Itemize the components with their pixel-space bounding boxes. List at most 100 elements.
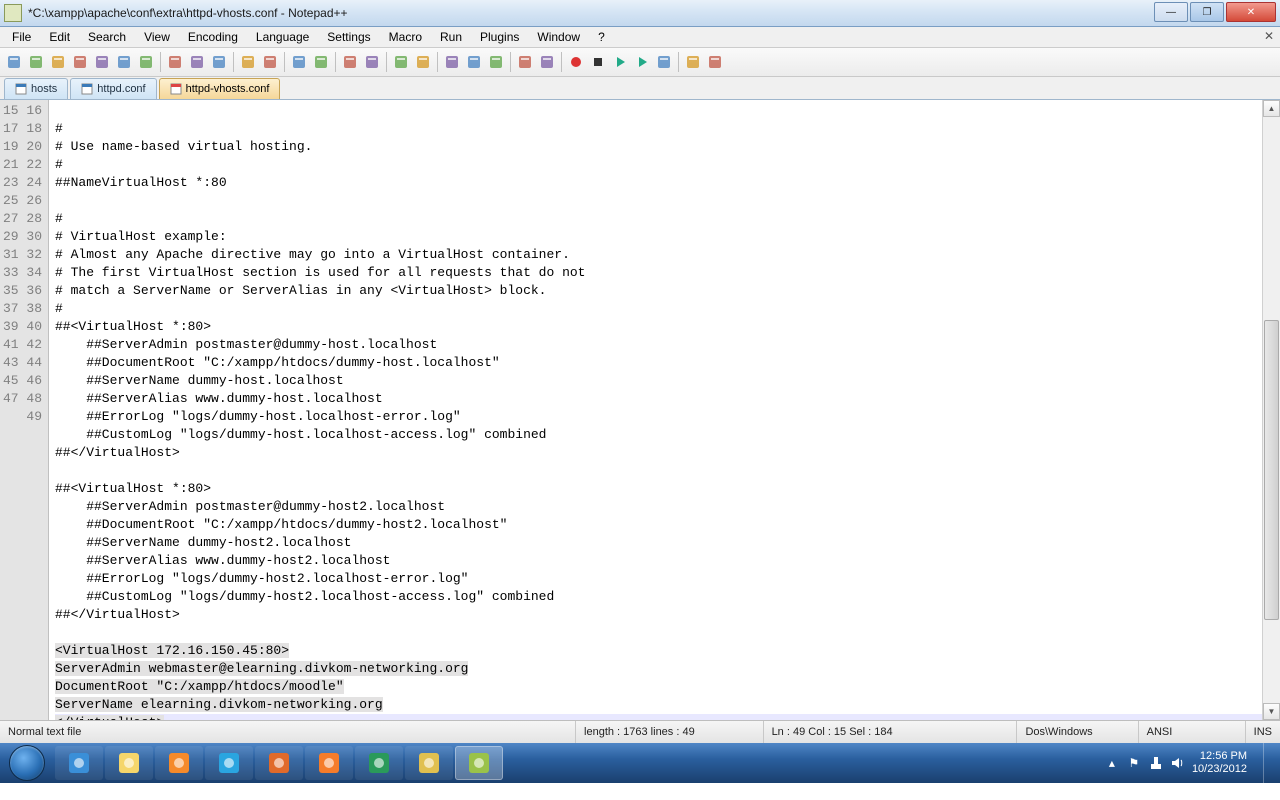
file-tab-bar: hostshttpd.conf httpd-vhosts.conf [0,77,1280,100]
system-tray[interactable]: ▴ ⚑ 12:56 PM 10/23/2012 [1104,743,1276,783]
app-icon [4,4,22,22]
close-all-icon[interactable] [114,52,134,72]
menu-run[interactable]: Run [432,28,470,46]
action-center-icon[interactable]: ⚑ [1126,755,1142,771]
xampp-icon [316,750,342,776]
undo-icon[interactable] [238,52,258,72]
file-tab-label: httpd-vhosts.conf [186,83,270,95]
menu-language[interactable]: Language [248,28,317,46]
menu-file[interactable]: File [4,28,39,46]
taskbar-app-paint[interactable] [405,746,453,780]
title-bar: *C:\xampp\apache\conf\extra\httpd-vhosts… [0,0,1280,27]
menu-search[interactable]: Search [80,28,134,46]
taskbar-app-idm[interactable] [355,746,403,780]
copy-icon[interactable] [187,52,207,72]
minimize-button[interactable]: — [1154,2,1188,22]
toolbar-separator [678,52,679,72]
show-desktop-button[interactable] [1263,743,1276,783]
play-multi-icon[interactable] [632,52,652,72]
skype-icon [216,750,242,776]
doc-map-icon[interactable] [537,52,557,72]
status-length: length : 1763 lines : 49 [576,721,764,743]
start-button[interactable] [0,743,54,783]
cut-icon[interactable] [165,52,185,72]
save-all-icon[interactable] [70,52,90,72]
toolbar-separator [510,52,511,72]
scroll-down-button[interactable]: ▼ [1263,703,1280,720]
menu-help[interactable]: ? [590,28,613,46]
status-eol: Dos\Windows [1017,721,1138,743]
taskbar: ▴ ⚑ 12:56 PM 10/23/2012 [0,743,1280,783]
save-macro-icon[interactable] [654,52,674,72]
paste-icon[interactable] [209,52,229,72]
lang-icon[interactable] [515,52,535,72]
monitor-icon[interactable] [705,52,725,72]
file-icon [81,83,93,95]
taskbar-app-xampp[interactable] [305,746,353,780]
status-mode: INS [1246,721,1280,743]
print-icon[interactable] [136,52,156,72]
wrap-icon[interactable] [442,52,462,72]
toolbar-separator [160,52,161,72]
toolbar-separator [386,52,387,72]
menu-plugins[interactable]: Plugins [472,28,527,46]
close-icon[interactable] [92,52,112,72]
mdi-close-button[interactable]: ✕ [1264,29,1274,43]
menu-window[interactable]: Window [529,28,588,46]
taskbar-app-explorer[interactable] [105,746,153,780]
menu-macro[interactable]: Macro [381,28,430,46]
menu-edit[interactable]: Edit [41,28,78,46]
tray-time: 12:56 PM [1192,750,1247,763]
play-icon[interactable] [610,52,630,72]
redo-icon[interactable] [260,52,280,72]
tray-clock[interactable]: 12:56 PM 10/23/2012 [1192,750,1253,776]
menu-view[interactable]: View [136,28,178,46]
record-icon[interactable] [566,52,586,72]
toolbar-separator [335,52,336,72]
file-tab[interactable]: httpd-vhosts.conf [159,78,281,99]
status-position: Ln : 49 Col : 15 Sel : 184 [764,721,1018,743]
window-title: *C:\xampp\apache\conf\extra\httpd-vhosts… [28,6,348,20]
taskbar-app-ie[interactable] [55,746,103,780]
whitespace-icon[interactable] [464,52,484,72]
network-icon[interactable] [1148,755,1164,771]
sync-h-icon[interactable] [413,52,433,72]
show-hidden-icons-icon[interactable]: ▴ [1104,755,1120,771]
folder-icon[interactable] [683,52,703,72]
code-area[interactable]: # # Use name-based virtual hosting. # ##… [49,100,1262,720]
toolbar-separator [437,52,438,72]
taskbar-app-firefox[interactable] [255,746,303,780]
taskbar-app-wmp[interactable] [155,746,203,780]
open-icon[interactable] [26,52,46,72]
volume-icon[interactable] [1170,755,1186,771]
find-icon[interactable] [289,52,309,72]
zoom-out-icon[interactable] [362,52,382,72]
indent-guide-icon[interactable] [486,52,506,72]
menu-settings[interactable]: Settings [319,28,378,46]
file-tab[interactable]: httpd.conf [70,78,156,99]
scroll-up-button[interactable]: ▲ [1263,100,1280,117]
file-icon [170,83,182,95]
explorer-icon [116,750,142,776]
status-encoding: ANSI [1139,721,1246,743]
maximize-button[interactable]: ❐ [1190,2,1224,22]
toolbar-separator [284,52,285,72]
vertical-scrollbar[interactable]: ▲ ▼ [1262,100,1280,720]
taskbar-app-skype[interactable] [205,746,253,780]
status-bar: Normal text file length : 1763 lines : 4… [0,720,1280,743]
status-filetype: Normal text file [0,721,576,743]
save-icon[interactable] [48,52,68,72]
taskbar-app-notepadpp[interactable] [455,746,503,780]
sync-v-icon[interactable] [391,52,411,72]
close-button[interactable]: ✕ [1226,2,1276,22]
replace-icon[interactable] [311,52,331,72]
scroll-thumb[interactable] [1264,320,1279,620]
zoom-in-icon[interactable] [340,52,360,72]
stop-icon[interactable] [588,52,608,72]
file-icon [15,83,27,95]
toolbar [0,48,1280,77]
file-tab[interactable]: hosts [4,78,68,99]
menu-encoding[interactable]: Encoding [180,28,246,46]
editor-area[interactable]: 15 16 17 18 19 20 21 22 23 24 25 26 27 2… [0,100,1280,720]
new-icon[interactable] [4,52,24,72]
